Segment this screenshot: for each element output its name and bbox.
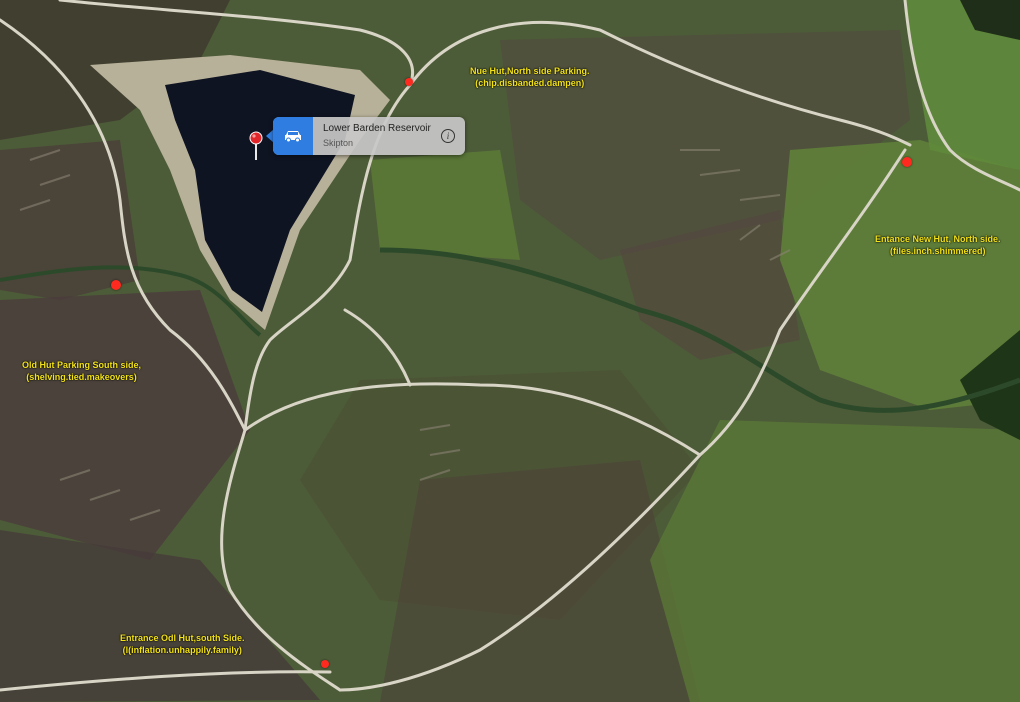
directions-button[interactable] — [273, 117, 313, 155]
label-new-hut: Entance New Hut, North side. (files.inch… — [875, 233, 1001, 257]
marker-old-hut[interactable] — [111, 280, 121, 290]
marker-nue-hut[interactable] — [405, 78, 413, 86]
label-old-hut-line2: (shelving.tied.makeovers) — [26, 372, 137, 382]
label-old-hut-line1: Old Hut Parking South side, — [22, 360, 142, 370]
label-new-hut-line2: (files.inch.shimmered) — [890, 246, 986, 256]
place-subtitle: Skipton — [323, 138, 354, 148]
location-pin-icon[interactable] — [249, 131, 263, 161]
marker-new-hut[interactable] — [902, 157, 912, 167]
label-new-hut-line1: Entance New Hut, North side. — [875, 234, 1001, 244]
terrain-imagery — [0, 0, 1020, 702]
label-odl-hut: Entrance Odl Hut,south Side. (l(inflatio… — [120, 632, 245, 656]
label-nue-hut: Nue Hut,North side Parking. (chip.disban… — [470, 65, 590, 89]
label-nue-hut-line2: (chip.disbanded.dampen) — [475, 78, 585, 88]
place-callout[interactable]: Lower Barden Reservoir Skipton i — [273, 117, 465, 155]
car-icon — [285, 131, 301, 143]
place-title: Lower Barden Reservoir — [323, 123, 431, 134]
label-nue-hut-line1: Nue Hut,North side Parking. — [470, 66, 590, 76]
satellite-map[interactable]: Lower Barden Reservoir Skipton i Nue Hut… — [0, 0, 1020, 702]
label-old-hut: Old Hut Parking South side, (shelving.ti… — [22, 359, 141, 383]
label-odl-hut-line1: Entrance Odl Hut,south Side. — [120, 633, 245, 643]
marker-odl-hut[interactable] — [321, 660, 329, 668]
info-icon[interactable]: i — [441, 129, 455, 143]
label-odl-hut-line2: (l(inflation.unhappily.family) — [122, 645, 242, 655]
